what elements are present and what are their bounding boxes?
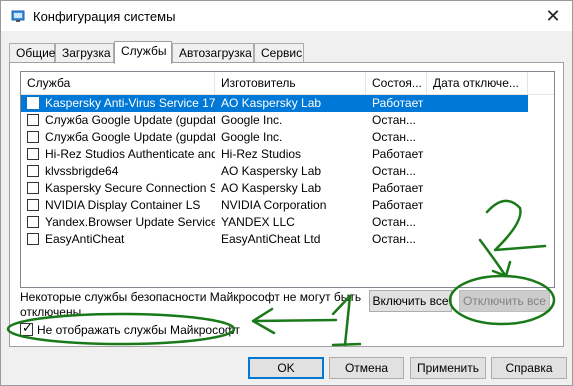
tab-services[interactable]: Службы — [114, 41, 172, 64]
security-services-note: Некоторые службы безопасности Майкрософт… — [20, 290, 362, 319]
service-checkbox[interactable] — [27, 165, 39, 177]
service-row[interactable]: Служба Google Update (gupdat... Google In… — [21, 129, 528, 146]
cell-service: klvssbrigde64 — [45, 164, 119, 178]
tab-general[interactable]: Общие — [9, 43, 55, 62]
service-row[interactable]: Kaspersky Secure Connection S... AO Kaspe… — [21, 180, 528, 197]
tab-tools[interactable]: Сервис — [254, 43, 304, 62]
service-row[interactable]: Yandex.Browser Update Service YANDEX LLC О… — [21, 214, 528, 231]
cell-service: NVIDIA Display Container LS — [45, 198, 201, 212]
tab-startup[interactable]: Автозагрузка — [172, 43, 254, 62]
disable-all-button[interactable]: Отключить все — [459, 290, 550, 312]
cell-manufacturer: Hi-Rez Studios — [221, 147, 302, 161]
help-button[interactable]: Справка — [491, 357, 567, 379]
cell-status: Остан... — [372, 232, 416, 246]
cell-disabled-date — [433, 197, 528, 214]
cell-manufacturer: Google Inc. — [221, 130, 283, 144]
close-button[interactable]: ✕ — [540, 3, 566, 29]
service-checkbox[interactable] — [27, 114, 39, 126]
service-row[interactable]: Служба Google Update (gupdate) Google Inc… — [21, 112, 528, 129]
ok-button[interactable]: OK — [248, 357, 324, 379]
list-header: Служба Изготовитель Состоя... Дата отклю… — [21, 72, 554, 95]
service-row[interactable]: NVIDIA Display Container LS NVIDIA Corpor… — [21, 197, 528, 214]
cell-service: Kaspersky Secure Connection S... — [45, 181, 215, 195]
service-checkbox[interactable] — [27, 131, 39, 143]
checkbox-box[interactable]: ✓ — [20, 320, 33, 336]
cell-disabled-date — [433, 214, 528, 231]
service-checkbox[interactable] — [27, 148, 39, 160]
cell-status: Остан... — [372, 215, 416, 229]
cell-disabled-date — [433, 95, 528, 112]
service-row[interactable]: Kaspersky Anti-Virus Service 17.... AO Ka… — [21, 95, 528, 112]
cell-disabled-date — [433, 112, 528, 129]
cell-manufacturer: YANDEX LLC — [221, 215, 295, 229]
column-header-manufacturer[interactable]: Изготовитель — [215, 72, 366, 94]
service-row[interactable]: klvssbrigde64 AO Kaspersky Lab Остан... — [21, 163, 528, 180]
cell-disabled-date — [433, 180, 528, 197]
cell-disabled-date — [433, 146, 528, 163]
service-checkbox[interactable] — [27, 97, 39, 109]
cell-service: Служба Google Update (gupdat... — [45, 130, 215, 144]
cell-status: Остан... — [372, 130, 416, 144]
service-row[interactable]: Hi-Rez Studios Authenticate and... Hi-Rez… — [21, 146, 528, 163]
cell-manufacturer: EasyAntiCheat Ltd — [221, 232, 321, 246]
cell-service: Kaspersky Anti-Virus Service 17.... — [45, 96, 215, 110]
column-header-disabled-date[interactable]: Дата отключе... — [427, 72, 528, 94]
service-checkbox[interactable] — [27, 233, 39, 245]
services-list[interactable]: Служба Изготовитель Состоя... Дата отклю… — [20, 71, 555, 288]
column-header-service[interactable]: Служба — [21, 72, 215, 94]
cell-status: Работает — [372, 198, 424, 212]
service-checkbox[interactable] — [27, 182, 39, 194]
cell-status: Работает — [372, 147, 424, 161]
checkmark-icon: ✓ — [22, 320, 33, 335]
cell-disabled-date — [433, 163, 528, 180]
enable-all-button[interactable]: Включить все — [369, 290, 452, 312]
cell-manufacturer: NVIDIA Corporation — [221, 198, 327, 212]
cancel-button[interactable]: Отмена — [329, 357, 404, 379]
title-bar[interactable]: Конфигурация системы ✕ — [1, 1, 572, 31]
cell-service: Служба Google Update (gupdate) — [45, 113, 215, 127]
close-icon: ✕ — [545, 5, 561, 26]
cell-status: Остан... — [372, 113, 416, 127]
cell-manufacturer: AO Kaspersky Lab — [221, 96, 322, 110]
cell-service: Yandex.Browser Update Service — [45, 215, 215, 229]
service-checkbox[interactable] — [27, 216, 39, 228]
cell-disabled-date — [433, 231, 528, 248]
hide-microsoft-services-label: Не отображать службы Майкрософт — [37, 323, 241, 337]
cell-service: Hi-Rez Studios Authenticate and... — [45, 147, 215, 161]
cell-status: Остан... — [372, 164, 416, 178]
system-config-icon — [11, 10, 25, 22]
cell-manufacturer: AO Kaspersky Lab — [221, 181, 322, 195]
window-title: Конфигурация системы — [33, 9, 176, 24]
service-row[interactable]: EasyAntiCheat EasyAntiCheat Ltd Остан... — [21, 231, 528, 248]
cell-manufacturer: AO Kaspersky Lab — [221, 164, 322, 178]
cell-service: EasyAntiCheat — [45, 232, 125, 246]
service-checkbox[interactable] — [27, 199, 39, 211]
cell-status: Работает — [372, 96, 424, 110]
apply-button[interactable]: Применить — [410, 357, 486, 379]
tab-boot[interactable]: Загрузка — [55, 43, 114, 62]
column-header-status[interactable]: Состоя... — [366, 72, 427, 94]
system-configuration-window: Конфигурация системы ✕ Общие Загрузка Сл… — [0, 0, 573, 386]
cell-disabled-date — [433, 129, 528, 146]
cell-status: Работает — [372, 181, 424, 195]
cell-manufacturer: Google Inc. — [221, 113, 283, 127]
